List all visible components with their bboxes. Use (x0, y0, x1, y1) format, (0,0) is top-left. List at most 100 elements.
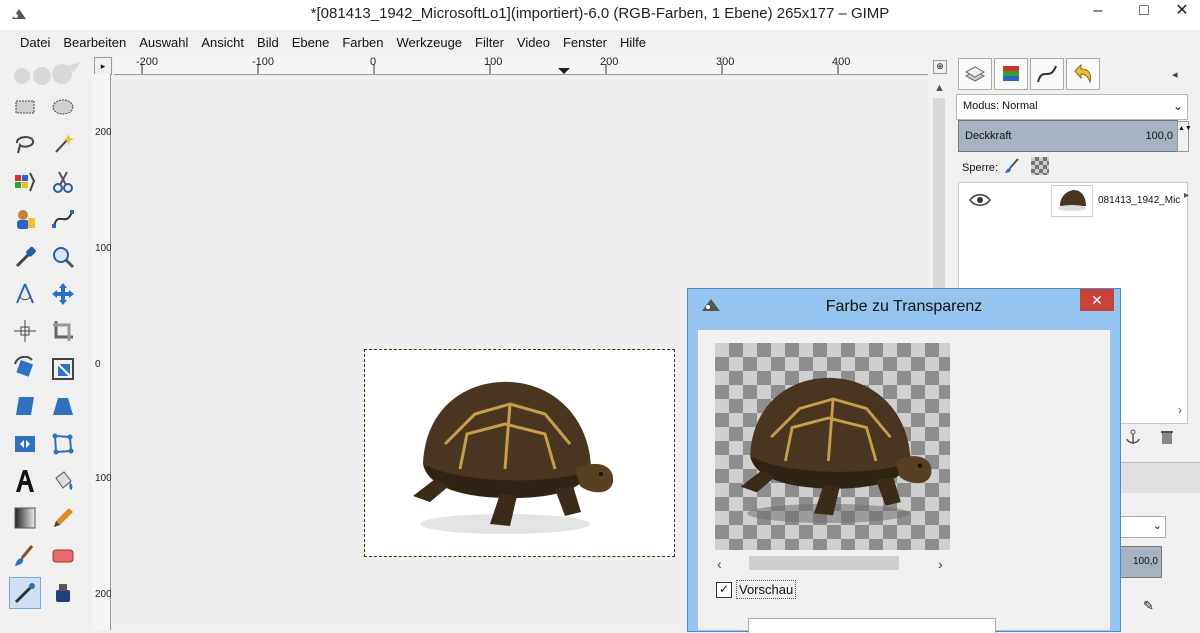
tab-paths[interactable] (1030, 58, 1064, 90)
horizontal-ruler[interactable]: -200 -100 0 100 200 300 400 (114, 56, 928, 75)
menu-datei[interactable]: Datei (14, 32, 57, 54)
toolbox (0, 56, 94, 630)
chevron-down-icon: ⌄ (1172, 99, 1183, 113)
preview-checkbox[interactable]: ✓ (716, 582, 732, 598)
lower-dock-tabs (1116, 462, 1200, 493)
ellipse-select-icon[interactable] (48, 92, 78, 122)
preview-scroll-right-icon[interactable]: › (938, 556, 943, 572)
crop-icon[interactable] (48, 316, 78, 346)
opacity-value: 100,0 (1145, 130, 1173, 142)
lock-label: Sperre: (962, 162, 999, 174)
blend-icon[interactable] (10, 503, 40, 533)
edit-icon[interactable]: ✎ (1143, 598, 1161, 616)
zoom-icon[interactable] (48, 242, 78, 272)
ruler-label: 200 (600, 56, 619, 68)
menu-fenster[interactable]: Fenster (557, 32, 614, 54)
ruler-ticks (141, 64, 839, 74)
cage-icon[interactable] (48, 429, 78, 459)
preview-label[interactable]: Vorschau (736, 580, 797, 599)
airbrush-icon[interactable] (9, 577, 41, 610)
scale-icon[interactable] (48, 354, 78, 384)
align-icon[interactable] (10, 316, 40, 346)
ink-icon[interactable] (48, 578, 78, 608)
menu-bar: Datei Bearbeiten Auswahl Ansicht Bild Eb… (0, 32, 1200, 54)
dock-menu-icon[interactable]: ◂ (1172, 68, 1178, 81)
tab-undo[interactable] (1066, 58, 1100, 90)
ruler-label: 400 (832, 56, 851, 68)
menu-hilfe[interactable]: Hilfe (614, 32, 653, 54)
lower-dropdown[interactable]: ⌄ (1116, 516, 1166, 538)
ruler-label: -100 (252, 56, 275, 68)
close-button[interactable]: ✕ (1160, 0, 1200, 24)
opacity-spin-icon[interactable]: ▲▼ (1177, 121, 1192, 152)
scroll-up-icon[interactable]: ▲ (934, 82, 945, 94)
brush-lock-icon[interactable] (1003, 157, 1021, 175)
flip-icon[interactable] (10, 429, 40, 459)
window-title: *[081413_1942_MicrosoftLo1](importiert)-… (310, 5, 890, 22)
quick-mask-icon[interactable]: ▸ (94, 57, 112, 75)
tab-channels[interactable] (994, 58, 1028, 90)
gimp-logo-icon (14, 62, 80, 85)
color-picker-icon[interactable] (10, 242, 40, 272)
ruler-label: 100 (484, 56, 503, 68)
menu-bild[interactable]: Bild (251, 32, 286, 54)
measure-icon[interactable] (10, 279, 40, 309)
scissors-icon[interactable] (48, 167, 78, 197)
trash-icon[interactable] (1158, 428, 1176, 446)
bucket-fill-icon[interactable] (48, 466, 78, 496)
opacity-slider[interactable]: Deckkraft 100,0 (958, 120, 1178, 152)
chevron-right-icon[interactable]: › (1178, 403, 1182, 417)
vertical-ruler[interactable]: 200 100 0 100 200 (92, 74, 112, 630)
lower-value-field[interactable]: 100,0 (1116, 546, 1162, 578)
minimize-button[interactable]: – (1076, 0, 1120, 24)
menu-video[interactable]: Video (511, 32, 557, 54)
menu-farben[interactable]: Farben (336, 32, 390, 54)
dialog-close-button[interactable]: ✕ (1080, 289, 1114, 311)
image-layer[interactable] (364, 349, 675, 557)
shear-icon[interactable] (10, 391, 40, 421)
rect-select-icon[interactable] (10, 92, 40, 122)
text-icon[interactable] (10, 466, 40, 496)
opacity-label: Deckkraft (965, 130, 1012, 142)
ruler-label: 200 (95, 589, 112, 600)
menu-ansicht[interactable]: Ansicht (195, 32, 251, 54)
lasso-icon[interactable] (10, 129, 40, 159)
layer-name[interactable]: 081413_1942_Mic (1098, 195, 1180, 206)
perspective-icon[interactable] (48, 391, 78, 421)
layer-thumbnail (1051, 185, 1093, 217)
ruler-label: -200 (136, 56, 159, 68)
tab-layers[interactable] (958, 58, 992, 90)
layers-icon (964, 66, 986, 82)
menu-ebene[interactable]: Ebene (286, 32, 337, 54)
title-bar: *[081413_1942_MicrosoftLo1](importiert)-… (0, 0, 1200, 30)
fuzzy-select-icon[interactable] (48, 129, 78, 159)
color-button[interactable] (748, 618, 996, 633)
zoom-toggle-icon[interactable]: ⊕ (933, 60, 947, 74)
menu-auswahl[interactable]: Auswahl (133, 32, 195, 54)
preview-pane[interactable] (715, 343, 950, 550)
move-icon[interactable] (48, 279, 78, 309)
turtle-image (413, 381, 614, 534)
ruler-label: 0 (95, 359, 101, 370)
preview-hscroll-thumb[interactable] (749, 556, 899, 570)
paths-icon[interactable] (48, 204, 78, 234)
menu-filter[interactable]: Filter (469, 32, 511, 54)
paintbrush-icon[interactable] (10, 541, 40, 571)
ruler-label: 100 (95, 473, 112, 484)
anchor-icon[interactable] (1124, 428, 1142, 446)
eraser-icon[interactable] (48, 541, 78, 571)
color-select-icon[interactable] (10, 167, 40, 197)
ruler-label: 200 (95, 127, 112, 138)
alpha-lock-icon[interactable] (1031, 157, 1049, 175)
chevron-down-icon: ⌄ (1152, 520, 1162, 532)
ruler-label: 300 (716, 56, 735, 68)
layer-scroll-right-icon[interactable]: ▸ (1184, 190, 1189, 201)
preview-scroll-left-icon[interactable]: ‹ (717, 556, 722, 572)
foreground-select-icon[interactable] (10, 204, 40, 234)
rotate-icon[interactable] (10, 354, 40, 384)
mode-dropdown[interactable]: Modus: Normal ⌄ (956, 94, 1188, 120)
menu-bearbeiten[interactable]: Bearbeiten (57, 32, 133, 54)
menu-werkzeuge[interactable]: Werkzeuge (391, 32, 470, 54)
eye-icon[interactable] (969, 193, 991, 207)
pencil-icon[interactable] (48, 503, 78, 533)
